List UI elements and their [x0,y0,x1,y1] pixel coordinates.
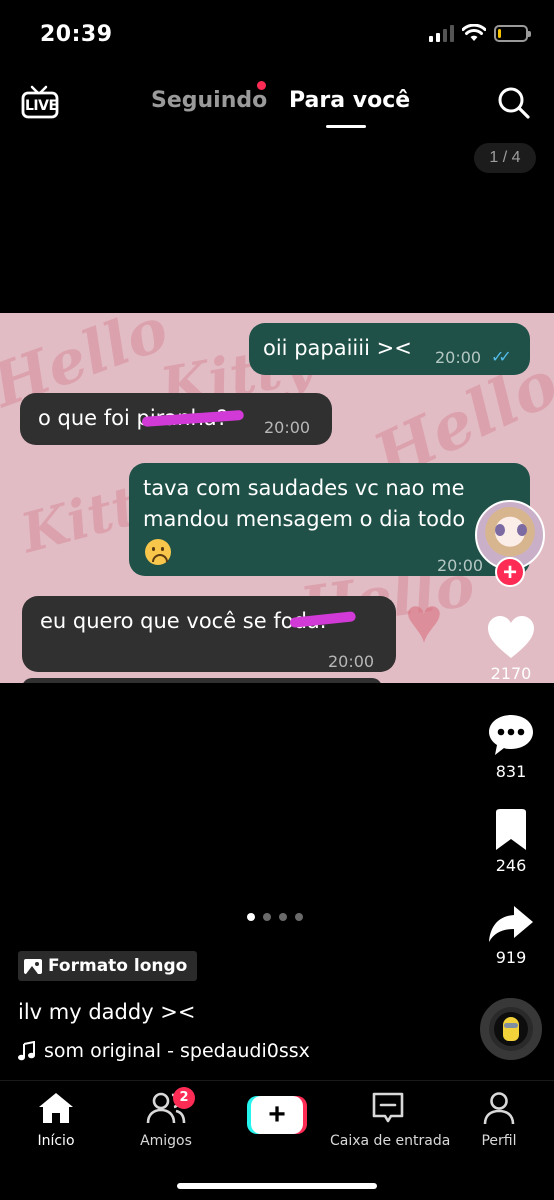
sound-name: som original - spedaudi0ssx [44,1040,310,1062]
profile-icon [483,1092,515,1125]
inbox-icon [372,1092,403,1123]
photo-icon [24,958,42,974]
tab-for-you[interactable]: Para você [289,88,410,113]
nav-home-label: Início [37,1133,75,1149]
message-text: oii papaiiii >< [263,336,412,360]
sound-link[interactable]: som original - spedaudi0ssx [18,1040,310,1062]
share-icon [489,906,533,942]
carousel-dot [247,913,255,921]
nav-profile-label: Perfil [481,1133,517,1149]
heart-icon [488,616,534,658]
sound-disc[interactable] [480,998,542,1060]
like-count: 2170 [490,664,532,683]
photo-page-indicator: 1 / 4 [474,143,536,173]
carousel-dot [295,913,303,921]
comment-button[interactable]: 831 [480,712,542,781]
wifi-icon [462,24,486,41]
home-indicator [177,1183,377,1189]
active-tab-indicator [326,125,366,128]
carousel-dot [263,913,271,921]
format-badge[interactable]: Formato longo [18,951,198,981]
format-badge-label: Formato longo [48,956,188,976]
message-bubble-incoming-partial [22,678,382,683]
follow-button[interactable]: + [495,557,525,587]
share-count: 919 [495,948,527,967]
save-button[interactable]: 246 [480,808,542,875]
tab-following[interactable]: Seguindo [151,88,267,113]
status-time: 20:39 [40,22,113,47]
comment-icon [489,715,533,755]
search-icon [498,87,530,119]
creator-avatar[interactable]: + [475,500,545,587]
status-icons [429,24,531,42]
nav-inbox-label: Caixa de entrada [330,1133,451,1149]
nav-home[interactable]: Início [30,1091,82,1149]
carousel-dot [279,913,287,921]
message-text-line-2: mandou mensagem o dia todo [143,507,466,531]
carousel-dots [247,913,303,921]
battery-level [498,28,501,38]
read-receipt-icon: ✓✓ [491,347,512,366]
nav-inbox[interactable]: Caixa de entrada [330,1091,451,1149]
like-button[interactable]: 2170 [480,614,542,683]
bottom-nav: Início 2 Amigos + Caixa de entrada Perfi… [0,1080,554,1200]
message-bubble-outgoing: tava com saudades vc nao me mandou mensa… [129,463,530,576]
signal-icon [429,24,454,42]
message-text: eu quero que você se foda. [40,609,327,633]
share-button[interactable]: 919 [480,904,542,967]
home-icon [39,1093,73,1123]
nav-profile[interactable]: Perfil [476,1091,522,1149]
battery-icon [494,24,531,42]
message-time: 20:00 [264,418,311,437]
message-bubble-incoming: o que foi piranha? 20:00 [20,393,332,445]
heart-decoration: ♥ [405,584,443,656]
live-button[interactable]: LIVE [20,84,60,120]
nav-friends[interactable]: 2 Amigos [136,1087,196,1149]
frowning-face-emoji [145,539,171,565]
message-text-line-1: tava com saudades vc nao me [143,476,465,500]
save-count: 246 [495,856,527,875]
sound-cover-image [494,1012,528,1046]
bookmark-icon [496,809,526,850]
message-bubble-outgoing: oii papaiiii >< 20:00 ✓✓ [249,323,530,375]
comment-count: 831 [495,762,527,781]
post-image[interactable]: Hello Kitty Hello Kitty Hello ♥ oii papa… [0,313,554,683]
message-time: 20:00 [435,348,482,367]
plus-icon: + [251,1096,303,1134]
post-caption[interactable]: ilv my daddy >< [18,1000,196,1024]
message-bubble-incoming: eu quero que você se foda. 20:00 [22,596,396,672]
nav-friends-label: Amigos [140,1133,192,1149]
following-notification-dot [257,81,266,90]
message-time: 20:00 [328,652,375,671]
search-button[interactable] [496,85,532,121]
create-button[interactable]: + [247,1096,307,1134]
friends-notification-badge: 2 [173,1087,195,1109]
music-note-icon [18,1041,35,1061]
live-label: LIVE [25,98,58,114]
